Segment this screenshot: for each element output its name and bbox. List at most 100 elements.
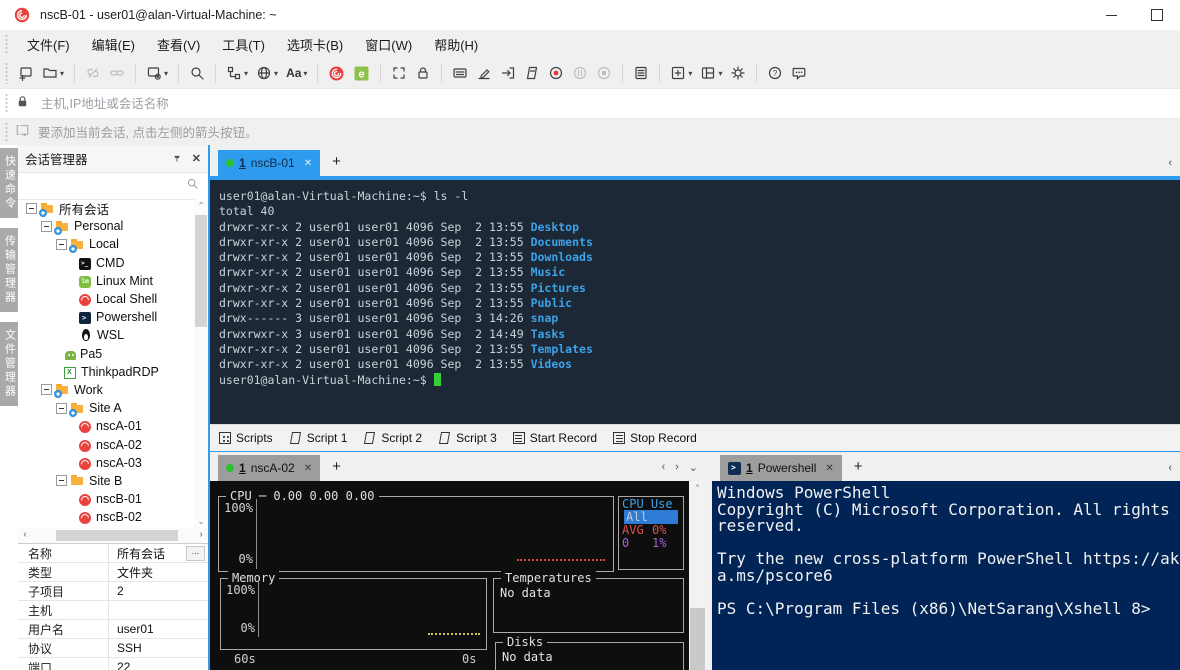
monitor-screen[interactable]: CPU ─ 0.00 0.00 0.00 100% 0% CPU Use All… <box>210 481 706 670</box>
menu-item[interactable]: 选项卡(B) <box>276 34 354 57</box>
tree-item-nscA-02[interactable]: nscA-02 <box>18 435 194 453</box>
scroll-up-icon[interactable]: ⌃ <box>689 481 706 494</box>
side-pane-tab[interactable]: 文件管理器 <box>0 322 18 406</box>
session-properties-icon[interactable]: ▾ <box>142 61 172 85</box>
tree-item-Pa5[interactable]: Pa5 <box>18 345 194 363</box>
tree-item-nscA-01[interactable]: nscA-01 <box>18 417 194 435</box>
side-pane-tab[interactable]: 快速命令 <box>0 148 18 218</box>
tree-item-所有会话[interactable]: 所有会话 <box>18 199 194 217</box>
pin-icon[interactable] <box>171 151 183 166</box>
scripts-bar-item[interactable]: Script 2 <box>363 431 422 445</box>
tab-scroll-right-icon[interactable]: › <box>675 461 679 474</box>
xftp-launcher-icon[interactable]: e <box>349 61 374 85</box>
property-value[interactable]: 所有会话 <box>109 545 186 562</box>
tree-expander-icon[interactable] <box>56 475 67 486</box>
run-script-icon[interactable] <box>520 61 544 85</box>
minimize-button[interactable] <box>1088 0 1134 30</box>
new-tab-icon[interactable]: ▾ <box>666 61 696 85</box>
powershell-screen[interactable]: Windows PowerShellCopyright (C) Microsof… <box>712 481 1180 670</box>
menu-item[interactable]: 帮助(H) <box>423 34 489 57</box>
new-tab-button[interactable]: + <box>320 153 353 170</box>
session-search[interactable] <box>18 173 208 200</box>
scroll-down-icon[interactable]: ⌄ <box>194 515 208 528</box>
font-icon[interactable]: Aa▾ <box>282 61 311 85</box>
tab-close-icon[interactable]: ✕ <box>825 463 833 474</box>
tree-expander-icon[interactable] <box>56 239 67 250</box>
property-value[interactable]: user01 <box>109 622 208 636</box>
new-tab-button[interactable]: + <box>320 458 353 475</box>
scroll-right-icon[interactable]: › <box>194 528 208 543</box>
reconnect-icon[interactable] <box>105 61 129 85</box>
legend-all[interactable]: All <box>624 510 678 524</box>
session-log-icon[interactable] <box>629 61 653 85</box>
tab-scroll-left-icon[interactable]: ‹ <box>1168 157 1172 169</box>
search-icon[interactable] <box>186 177 199 195</box>
new-tab-button[interactable]: + <box>842 458 875 475</box>
compose-bar-icon[interactable] <box>472 61 496 85</box>
close-panel-icon[interactable]: ✕ <box>192 152 201 165</box>
tree-item-CMD[interactable]: CMD <box>18 254 194 272</box>
monitor-scrollbar[interactable]: ⌃ <box>689 481 706 670</box>
tree-item-Linux Mint[interactable]: Linux Mint <box>18 272 194 290</box>
new-session-icon[interactable] <box>14 61 38 85</box>
options-gear-icon[interactable] <box>726 61 750 85</box>
disconnect-icon[interactable] <box>81 61 105 85</box>
tree-item-Site B[interactable]: Site B <box>18 472 194 490</box>
more-button[interactable]: ... <box>186 546 205 561</box>
tab-menu-icon[interactable]: ⌄ <box>689 461 698 474</box>
scroll-thumb[interactable] <box>195 215 207 327</box>
find-icon[interactable] <box>185 61 209 85</box>
stop-record-icon[interactable] <box>592 61 616 85</box>
tab-close-icon[interactable]: ✕ <box>304 463 312 474</box>
menu-item[interactable]: 编辑(E) <box>81 34 146 57</box>
xshell-launcher-icon[interactable] <box>324 61 349 85</box>
side-pane-tab[interactable]: 传输管理器 <box>0 228 18 312</box>
tab-close-icon[interactable]: ✕ <box>304 158 312 169</box>
tab-scroll-left-icon[interactable]: ‹ <box>661 461 665 474</box>
scripts-bar-item[interactable]: Start Record <box>513 431 597 445</box>
menu-item[interactable]: 窗口(W) <box>354 34 423 57</box>
maximize-button[interactable] <box>1134 0 1180 30</box>
tree-item-Site A[interactable]: Site A <box>18 399 194 417</box>
add-session-arrow-icon[interactable] <box>15 123 30 140</box>
tab-nscB-01[interactable]: 1 nscB-01 ✕ <box>218 150 320 176</box>
address-input[interactable] <box>39 96 1180 112</box>
feedback-icon[interactable] <box>787 61 811 85</box>
scripts-bar-item[interactable]: Scripts <box>219 431 273 445</box>
property-value[interactable]: 2 <box>109 584 208 598</box>
pause-record-icon[interactable] <box>568 61 592 85</box>
tree-item-nscB-02[interactable]: nscB-02 <box>18 508 194 526</box>
record-icon[interactable] <box>544 61 568 85</box>
scroll-left-icon[interactable]: ‹ <box>18 528 32 543</box>
encoding-globe-icon[interactable]: ▾ <box>252 61 282 85</box>
property-value[interactable]: 22 <box>109 660 208 670</box>
lock-screen-icon[interactable] <box>411 61 435 85</box>
tree-expander-icon[interactable] <box>41 221 52 232</box>
scroll-up-icon[interactable]: ⌃ <box>194 199 208 212</box>
scripts-bar-item[interactable]: Stop Record <box>613 431 697 445</box>
menu-item[interactable]: 文件(F) <box>16 34 81 57</box>
tab-powershell[interactable]: 1 Powershell ✕ <box>720 455 842 481</box>
tree-horizontal-scrollbar[interactable]: ‹ › <box>18 528 208 543</box>
tree-expander-icon[interactable] <box>26 203 37 214</box>
tree-item-nscB-01[interactable]: nscB-01 <box>18 490 194 508</box>
scripts-bar-item[interactable]: Script 3 <box>438 431 497 445</box>
menu-item[interactable]: 查看(V) <box>146 34 211 57</box>
open-session-icon[interactable]: ▾ <box>38 61 68 85</box>
tab-scroll-left-icon[interactable]: ‹ <box>1168 462 1172 474</box>
tree-vertical-scrollbar[interactable]: ⌃ ⌄ <box>194 199 208 528</box>
tree-item-Local Shell[interactable]: Local Shell <box>18 290 194 308</box>
help-icon[interactable]: ? <box>763 61 787 85</box>
focus-terminal-icon[interactable] <box>496 61 520 85</box>
tree-item-Work[interactable]: Work <box>18 381 194 399</box>
scroll-thumb[interactable] <box>690 608 705 670</box>
tree-expander-icon[interactable] <box>56 403 67 414</box>
quick-commands-icon[interactable] <box>448 61 472 85</box>
terminal-screen[interactable]: user01@alan-Virtual-Machine:~$ ls -ltota… <box>210 180 1180 433</box>
scroll-thumb[interactable] <box>56 530 178 541</box>
tree-item-ThinkpadRDP[interactable]: ThinkpadRDP <box>18 363 194 381</box>
tree-item-Powershell[interactable]: Powershell <box>18 308 194 326</box>
menu-item[interactable]: 工具(T) <box>211 34 276 57</box>
tree-item-Personal[interactable]: Personal <box>18 217 194 235</box>
tree-item-WSL[interactable]: WSL <box>18 326 194 344</box>
